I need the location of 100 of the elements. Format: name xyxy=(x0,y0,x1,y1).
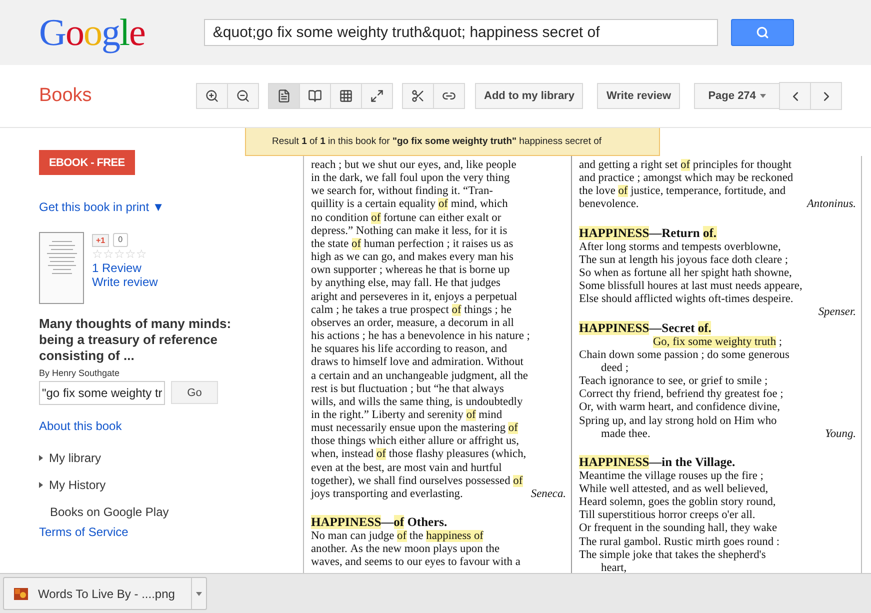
page-text-line: his actions ; he has a benevolence in his nature ; xyxy=(311,330,530,344)
book-title: Many thoughts of many minds: being a treasury of reference consisting of ... xyxy=(39,316,232,364)
expand-triangle-icon xyxy=(39,482,43,488)
page-heading: HAPPINESS—of Others. xyxy=(311,514,448,530)
page-text-line: when, instead of those flashy pleasures (which, xyxy=(311,448,526,462)
image-file-icon xyxy=(14,588,28,600)
page-text-line: and getting a right set of principles for thought xyxy=(579,159,792,172)
page-text-line: benevolence. xyxy=(579,198,639,212)
page-text-line: made thee. xyxy=(601,428,650,441)
empty-star-icon: ☆ xyxy=(125,248,136,261)
page-text-line: observes an order, measure, a decorum in all xyxy=(311,316,514,330)
page-text-line: Teach ignorance to see, or grief to smile ; xyxy=(579,375,768,388)
page-text-line: Or, with warm heart, and confidence divine, xyxy=(579,401,780,414)
zoom-out-icon xyxy=(236,89,250,103)
result-text: Result 1 of 1 in this book for "go fix some weighty truth" happiness secret of xyxy=(272,136,602,147)
sidebar-menu-item[interactable]: My library xyxy=(39,451,102,465)
page-text-line: Till superstitious horror creeps o'er all. xyxy=(579,509,756,522)
google-logo[interactable]: Google xyxy=(39,14,145,52)
page-text-line: the state of human perfection ; it raises us as xyxy=(311,238,514,252)
zoom-in-button[interactable] xyxy=(196,83,228,109)
toolbar-button[interactable]: Add to my library xyxy=(475,83,584,109)
page-text-line: Chain down some passion ; do some generous xyxy=(579,348,790,362)
page-text-line: Spring up, and lay strong hold on Him who xyxy=(579,414,777,428)
download-file-name: Words To Live By - ....png xyxy=(38,586,175,600)
expand-triangle-icon xyxy=(39,455,43,461)
page-text-line: wills, and wills the same thing, is undoubtedly xyxy=(311,396,523,409)
page-text-line: heart, xyxy=(601,562,627,573)
page-text-line: calm ; he takes a true prospect of things ; he xyxy=(311,304,512,317)
attribution-text: Seneca. xyxy=(530,488,566,502)
page-text-line: even at the best, are most vain and hurtful xyxy=(311,462,502,475)
page-text-line: the love of justice, temperance, fortitude, and xyxy=(579,185,786,198)
page-text-line: and practice ; amongst which may be reckoned xyxy=(579,172,794,186)
page-text-line: The sun at length his joyous face doth cleare ; xyxy=(579,254,788,267)
zoom-out-button[interactable] xyxy=(227,83,259,109)
link-button[interactable] xyxy=(433,83,465,109)
page-text-line: After long storms and tempests overblowne, xyxy=(579,240,781,254)
page-heading: HAPPINESS—Secret of. xyxy=(579,320,712,336)
ebook-button[interactable]: EBOOK - FREE xyxy=(39,150,135,175)
plus-one-button[interactable]: +1 xyxy=(92,234,110,246)
empty-star-icon: ☆ xyxy=(103,248,114,261)
page-text-line: Go, fix some weighty truth ; xyxy=(652,336,782,349)
write-review-link[interactable]: Write review xyxy=(92,275,158,289)
menu-item-label: My library xyxy=(49,451,102,465)
page-text-line: draws to himself love and admiration. Without xyxy=(311,356,524,370)
view-mode-button[interactable] xyxy=(268,83,300,109)
attribution-text: Antoninus. xyxy=(806,198,856,212)
scissors-icon xyxy=(411,89,425,103)
page-text-line: he squares his life according to reason, and xyxy=(311,343,508,356)
page-text-line: Some blissfull houres at last must needs appeare, xyxy=(579,280,802,294)
view-mode-button[interactable] xyxy=(330,83,362,109)
page-text-line: in the dark, we fall foul upon the very thing xyxy=(311,172,510,186)
go-button[interactable]: Go xyxy=(171,381,218,404)
page-select[interactable]: Page 274 xyxy=(694,83,780,109)
page-text-line: No man can judge of the happiness of xyxy=(311,530,484,544)
page-text-line: in the right.” Liberty and serenity of mind xyxy=(311,408,502,422)
view-mode-button[interactable] xyxy=(361,83,393,109)
book-search-field[interactable]: "go fix some weighty tr xyxy=(39,381,165,405)
page-text-line: waves, and seems to our eyes to favour with a xyxy=(311,556,520,570)
toolbar-button[interactable]: Write review xyxy=(597,83,680,109)
page-text-line: joys transporting and everlasting. xyxy=(311,488,463,502)
page-text-line: quillity is a certain equality of mind, which xyxy=(311,198,508,212)
page-heading: HAPPINESS—Return of. xyxy=(579,224,717,241)
page-text-line: together), we shall find ourselves possessed of xyxy=(311,474,523,488)
page-text-line: Or frequent in the sounding hall, they wake xyxy=(579,522,778,536)
search-icon xyxy=(756,26,769,39)
search-button[interactable] xyxy=(730,19,794,46)
page-text-line: So when as fortune all her spight hath showne, xyxy=(579,266,792,280)
page-text-line: reach ; but we shut our eyes, and, like people xyxy=(311,159,516,172)
page-text-line: those things which either allure or affright us, xyxy=(311,435,519,448)
page-text-line: The rural gambol. Rustic mirth goes round : xyxy=(579,536,780,549)
about-book-link[interactable]: About this book xyxy=(39,419,122,433)
terms-link[interactable]: Terms of Service xyxy=(39,525,128,539)
download-item[interactable]: Words To Live By - ....png xyxy=(3,577,207,610)
review-count-link[interactable]: 1 Review xyxy=(92,261,142,275)
books-title[interactable]: Books xyxy=(39,85,197,107)
page-text-line: While well attested, and as well believed, xyxy=(579,482,768,496)
page-text-line: own supporter ; whereas he that is borne up xyxy=(311,264,510,278)
caret-icon xyxy=(196,592,202,596)
caret-icon xyxy=(760,94,766,98)
page-text-line: no condition of fortune can either exalt or xyxy=(311,212,502,225)
page-text-line: a certain and an unchangeable judgment, all the xyxy=(311,370,528,383)
page-text-line: Spenser. xyxy=(818,306,856,320)
page-text-line: by anything else, may fall. He that judges xyxy=(311,277,500,291)
book-cover-drawing[interactable] xyxy=(39,232,84,304)
page-text-line: must necessarily ensue upon the mastering of xyxy=(311,422,518,436)
page-text-line: Else should afflicted wights oft-times despeire. xyxy=(579,293,794,306)
page-text-line: deed ; xyxy=(601,362,629,376)
clip-button[interactable] xyxy=(402,83,434,109)
zoom-in-icon xyxy=(205,89,219,103)
page-text-line: Heard solemn, goes the goblin story round, xyxy=(579,496,776,510)
plus-one-count: 0 xyxy=(113,233,128,247)
page-icon xyxy=(277,89,291,103)
view-mode-button[interactable] xyxy=(299,83,331,109)
page-text-line: another. As the new moon plays upon the xyxy=(311,543,500,556)
get-print-link[interactable]: Get this book in print ▼ xyxy=(39,200,164,214)
empty-star-icon: ☆ xyxy=(136,248,147,261)
page-text-line: high as we can go, and makes every man his xyxy=(311,251,514,264)
search-field[interactable]: &quot;go fix some weighty truth&quot; happiness secret of xyxy=(204,19,718,46)
two-page-icon xyxy=(308,89,322,103)
book-author: By Henry Southgate xyxy=(39,368,120,378)
